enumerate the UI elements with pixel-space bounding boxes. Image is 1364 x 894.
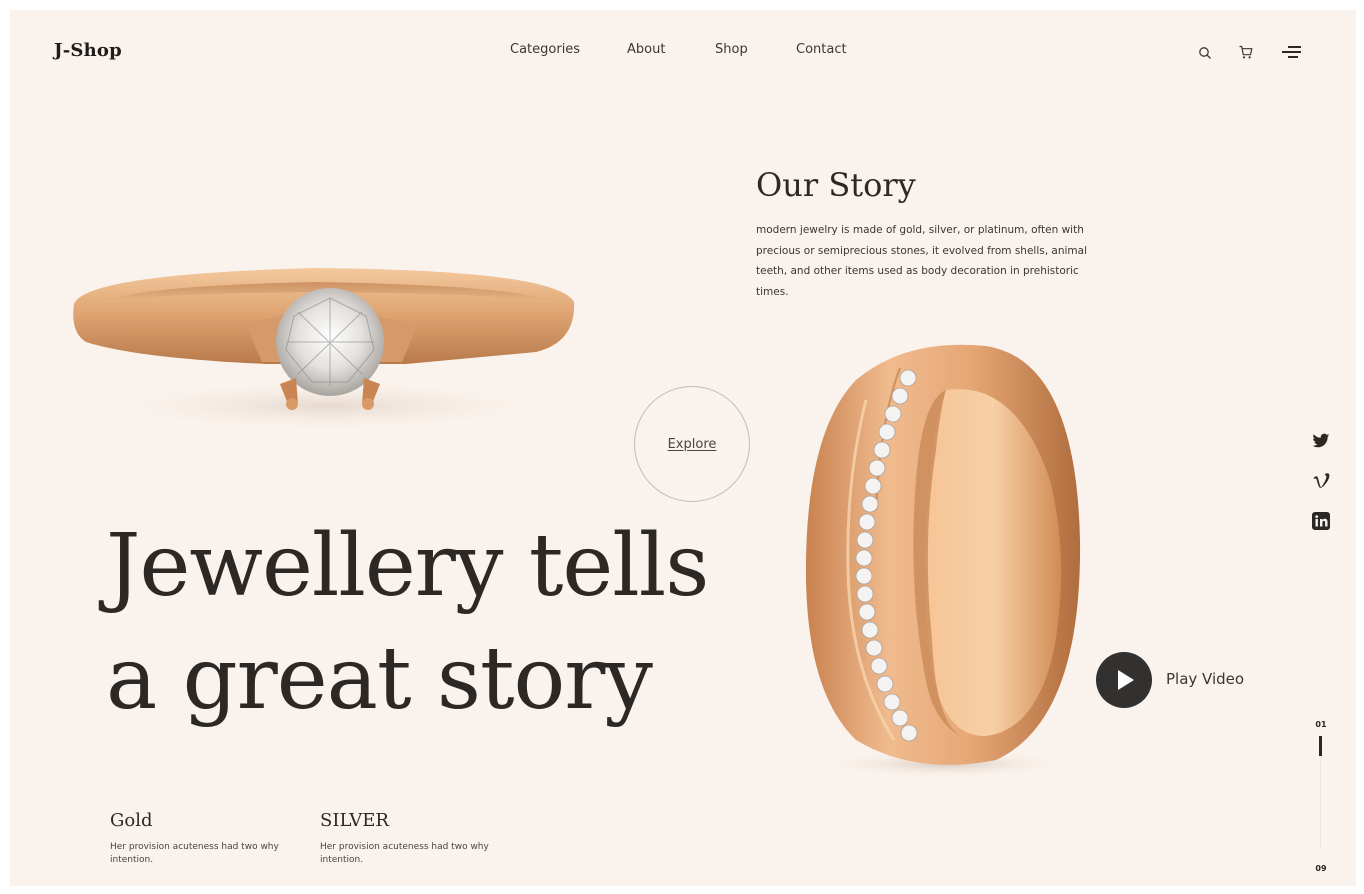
pager-track	[1320, 756, 1321, 848]
pager-total: 09	[1315, 864, 1327, 873]
search-icon[interactable]	[1198, 46, 1212, 60]
cart-icon[interactable]	[1238, 44, 1254, 60]
nav-item-categories[interactable]: Categories	[510, 42, 580, 57]
feature-silver: SILVER Her provision acuteness had two w…	[320, 810, 490, 867]
landing-page: J-Shop Categories About Shop Contact Our…	[10, 10, 1356, 886]
explore-label: Explore	[667, 436, 717, 452]
explore-button[interactable]: Explore	[634, 386, 750, 502]
hero-headline: Jewellery tells a great story	[106, 510, 709, 736]
twitter-icon[interactable]	[1310, 430, 1332, 452]
band-ring-image	[796, 340, 1086, 780]
story-title: Our Story	[756, 166, 916, 204]
nav-item-shop[interactable]: Shop	[715, 42, 748, 57]
hero-headline-line-2: a great story	[106, 629, 653, 729]
logo[interactable]: J-Shop	[54, 40, 122, 61]
pager-current: 01	[1315, 720, 1327, 729]
story-text: modern jewelry is made of gold, silver, …	[756, 224, 1087, 298]
nav-item-contact[interactable]: Contact	[796, 42, 847, 57]
feature-title: Gold	[110, 810, 153, 831]
solitaire-ring-image	[66, 246, 586, 466]
feature-text: Her provision acuteness had two why inte…	[320, 842, 489, 865]
play-icon[interactable]	[1096, 652, 1152, 708]
linkedin-icon[interactable]	[1310, 510, 1332, 532]
pager-progress	[1319, 736, 1322, 756]
feature-gold: Gold Her provision acuteness had two why…	[110, 810, 280, 867]
feature-title: SILVER	[320, 810, 389, 831]
hero-headline-line-1: Jewellery tells	[106, 516, 709, 616]
menu-icon[interactable]	[1280, 45, 1302, 59]
feature-text: Her provision acuteness had two why inte…	[110, 842, 279, 865]
slide-pager: 01 09	[1306, 716, 1336, 876]
play-video-label[interactable]: Play Video	[1166, 670, 1244, 688]
vimeo-icon[interactable]	[1310, 470, 1332, 492]
nav-item-about[interactable]: About	[627, 42, 665, 57]
